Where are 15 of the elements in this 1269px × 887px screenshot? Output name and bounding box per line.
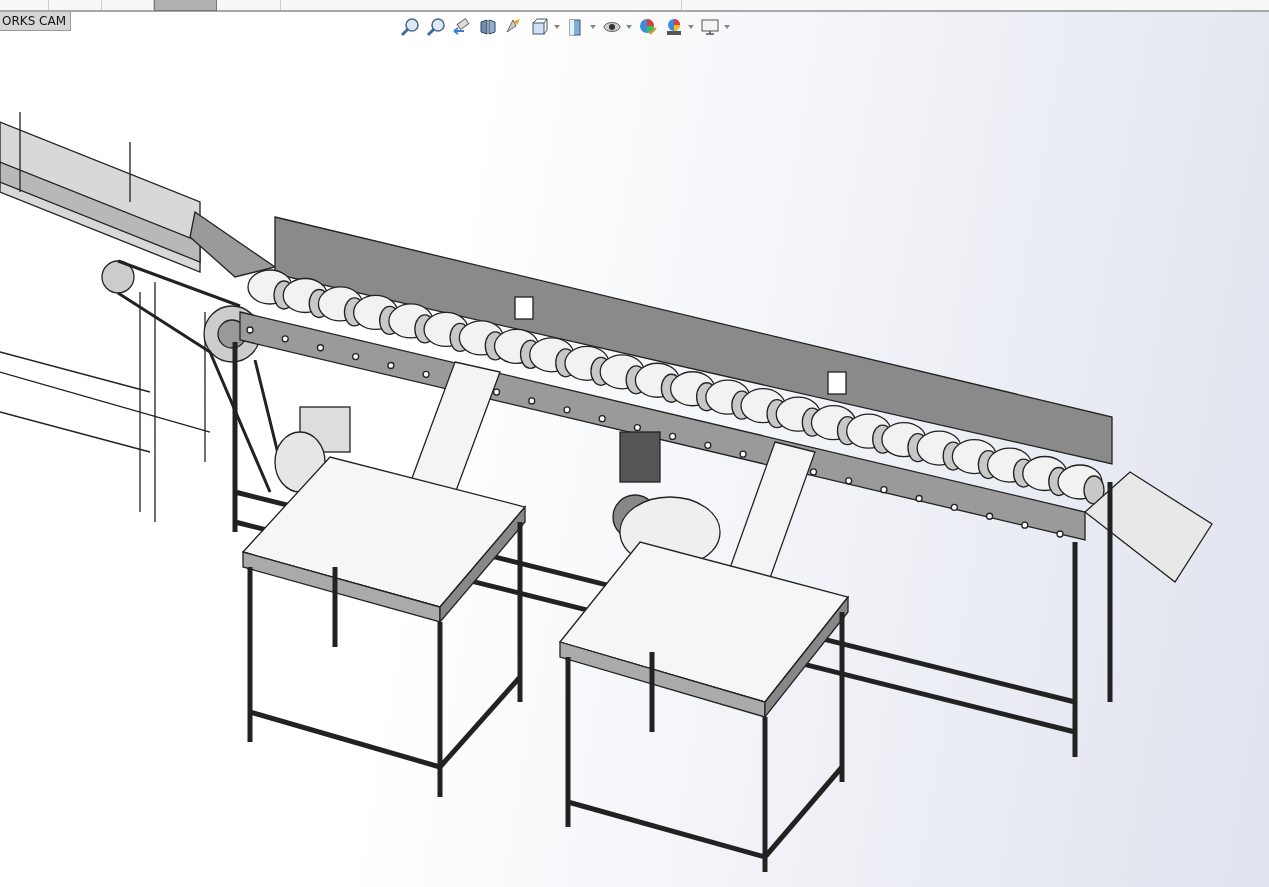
previous-view-icon[interactable] [452,17,472,37]
command-tab[interactable] [154,0,217,11]
dropdown-caret-icon[interactable] [626,25,632,29]
dropdown-caret-icon[interactable] [590,25,596,29]
appearance-icon[interactable] [638,17,658,37]
dropdown-caret-icon[interactable] [688,25,694,29]
dropdown-caret-icon[interactable] [724,25,730,29]
dropdown-caret-icon[interactable] [554,25,560,29]
zoom-area-icon[interactable] [426,17,446,37]
zoom-to-fit-icon[interactable] [400,17,420,37]
scene-icon[interactable] [664,17,684,37]
section-view-icon[interactable] [478,17,498,37]
monitor-icon[interactable] [700,17,720,37]
addin-tab[interactable]: ORKS CAM [0,12,72,31]
view-orientation-icon[interactable] [530,17,550,37]
